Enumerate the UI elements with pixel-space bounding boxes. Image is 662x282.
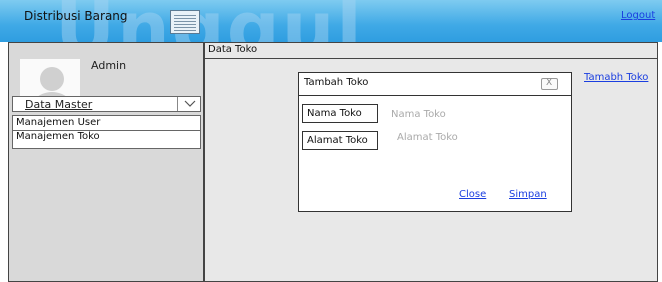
store-name-input[interactable] [391,107,511,121]
data-master-label: Data Master [25,98,93,111]
page-title: Data Toko [208,44,258,55]
close-icon[interactable]: X [541,78,558,90]
user-name: Admin [91,59,127,72]
save-button[interactable]: Simpan [509,189,547,200]
sidebar: Admin Data Master Manajemen User Manajem… [8,42,204,282]
top-bar: Unggul Distribusi Barang Logout [0,0,662,72]
dialog-divider [299,95,571,96]
data-master-submenu: Manajemen User Manajemen Toko [12,115,201,149]
submenu-item-manage-store[interactable]: Manajemen Toko [13,130,200,142]
close-x-glyph: X [546,78,553,88]
chevron-down-icon[interactable] [177,97,202,111]
hamburger-menu-icon[interactable] [170,10,200,34]
app-title: Distribusi Barang [24,9,128,23]
logout-link[interactable]: Logout [621,10,655,21]
store-name-label: Nama Toko [302,104,378,123]
submenu-item-manage-user[interactable]: Manajemen User [16,117,100,128]
add-store-link[interactable]: Tamabh Toko [584,72,648,83]
main-panel: Data Toko Tamabh Toko Tambah Toko X Nama… [204,42,658,282]
store-address-input[interactable] [397,130,517,144]
main-header: Data Toko [205,43,657,59]
add-store-dialog: Tambah Toko X Nama Toko Alamat Toko Clos… [298,72,572,212]
store-address-label: Alamat Toko [302,131,378,150]
data-master-dropdown[interactable]: Data Master [12,96,201,112]
dialog-title: Tambah Toko [304,77,369,88]
close-button[interactable]: Close [459,189,486,200]
